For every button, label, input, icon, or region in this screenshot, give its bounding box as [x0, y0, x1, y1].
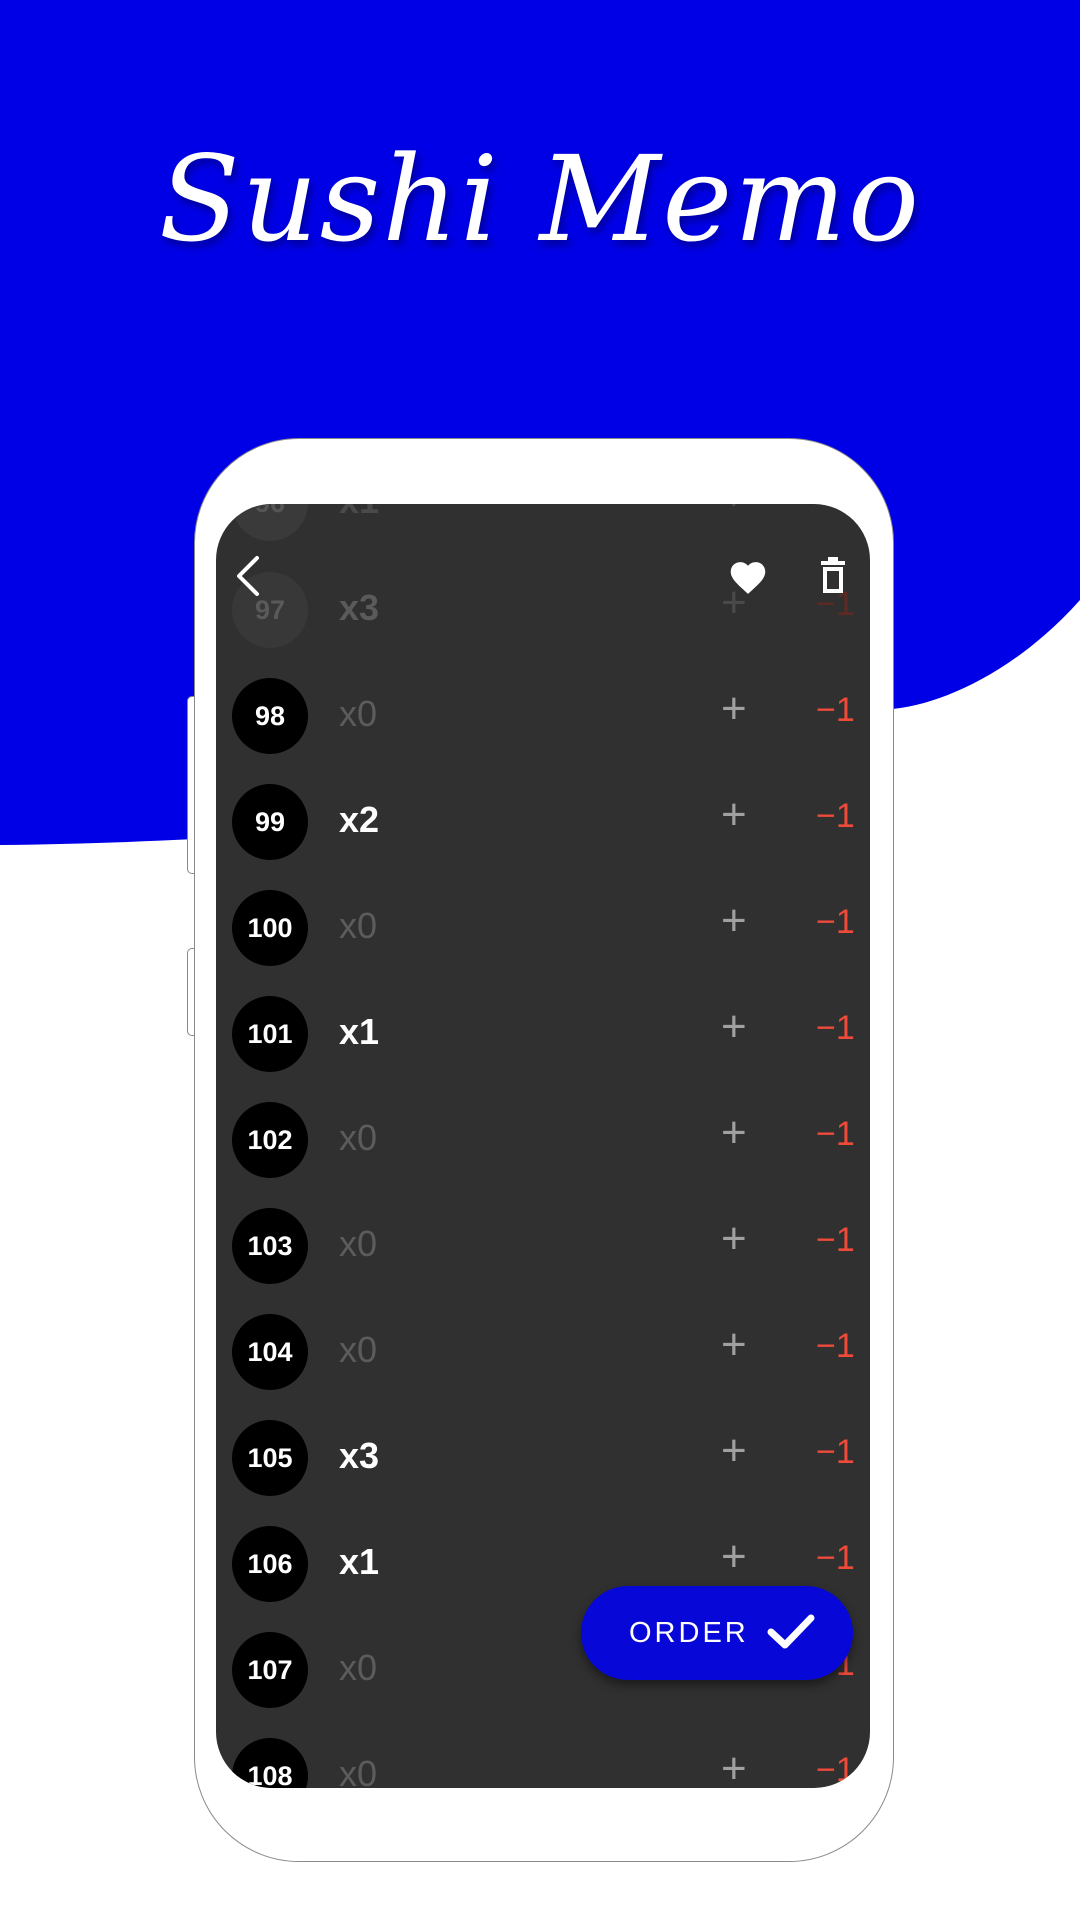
list-item: 102 x0 + −1: [216, 1087, 870, 1193]
item-quantity: x2: [339, 799, 380, 840]
item-number-badge: 103: [232, 1208, 308, 1284]
item-quantity: x0: [339, 905, 378, 946]
list-item: 103 x0 + −1: [216, 1193, 870, 1299]
trash-icon: [821, 557, 845, 593]
item-number-badge: 98: [232, 678, 308, 754]
item-number-badge: 108: [232, 1738, 308, 1788]
order-button[interactable]: ORDER: [581, 1586, 853, 1680]
back-button[interactable]: [226, 546, 270, 606]
item-quantity: x0: [339, 693, 378, 734]
decrement-button[interactable]: −1: [816, 1329, 855, 1363]
decrement-button[interactable]: −1: [816, 693, 855, 727]
list-item: 105 x3 + −1: [216, 1405, 870, 1511]
decrement-button[interactable]: −1: [816, 1223, 855, 1257]
item-number-badge: 107: [232, 1632, 308, 1708]
item-quantity: x3: [339, 1435, 380, 1476]
increment-button[interactable]: +: [721, 1747, 747, 1789]
decrement-button[interactable]: −1: [816, 1753, 855, 1787]
item-quantity: x0: [339, 1329, 378, 1370]
decrement-button[interactable]: −1: [816, 905, 855, 939]
item-number-badge: 96: [232, 504, 308, 541]
decrement-button[interactable]: −1: [816, 799, 855, 833]
item-number-badge: 102: [232, 1102, 308, 1178]
list-item: 104 x0 + −1: [216, 1299, 870, 1405]
decrement-button[interactable]: −1: [816, 1541, 855, 1575]
decrement-button[interactable]: −1: [816, 1011, 855, 1045]
increment-button[interactable]: +: [721, 1323, 747, 1367]
item-number-badge: 105: [232, 1420, 308, 1496]
item-quantity: x1: [339, 504, 379, 522]
item-quantity: x0: [339, 1647, 378, 1688]
list-item: 108 x0 + −1: [216, 1723, 870, 1788]
item-quantity: x1: [339, 1011, 380, 1052]
increment-button[interactable]: +: [721, 687, 747, 731]
increment-button[interactable]: +: [721, 1217, 747, 1261]
list-item: 98 x0 + −1: [216, 663, 870, 769]
item-quantity: x0: [339, 1117, 378, 1158]
decrement-button[interactable]: −1: [816, 504, 855, 514]
check-icon: [767, 1614, 815, 1649]
list-item: 99 x2 + −1: [216, 769, 870, 875]
decrement-button[interactable]: −1: [816, 1435, 855, 1469]
increment-button[interactable]: +: [721, 1005, 747, 1049]
increment-button[interactable]: +: [721, 1535, 747, 1579]
decrement-button[interactable]: −1: [816, 1117, 855, 1151]
item-number-badge: 106: [232, 1526, 308, 1602]
item-quantity: x0: [339, 1753, 378, 1788]
order-button-label: ORDER: [629, 1616, 749, 1649]
heart-icon: [730, 562, 766, 594]
delete-button[interactable]: [808, 548, 858, 604]
increment-button[interactable]: +: [721, 793, 747, 837]
item-quantity: x1: [339, 1541, 380, 1582]
chevron-left-icon: [237, 556, 259, 596]
increment-button[interactable]: +: [721, 899, 747, 943]
item-number-badge: 99: [232, 784, 308, 860]
increment-button[interactable]: +: [721, 1429, 747, 1473]
app-screen: 96 x1 + −1 97 x3 + −1 98 x0 + −1 99 x2 +…: [216, 504, 870, 1788]
increment-button[interactable]: +: [721, 1111, 747, 1155]
item-number-badge: 100: [232, 890, 308, 966]
item-number-badge: 101: [232, 996, 308, 1072]
item-quantity: x0: [339, 1223, 378, 1264]
favorite-button[interactable]: [720, 548, 776, 604]
increment-button[interactable]: +: [721, 504, 747, 518]
item-quantity: x3: [339, 587, 380, 628]
list-item: 100 x0 + −1: [216, 875, 870, 981]
promo-headline: Sushi Memo: [158, 130, 922, 268]
item-number-badge: 104: [232, 1314, 308, 1390]
list-item: 101 x1 + −1: [216, 981, 870, 1087]
